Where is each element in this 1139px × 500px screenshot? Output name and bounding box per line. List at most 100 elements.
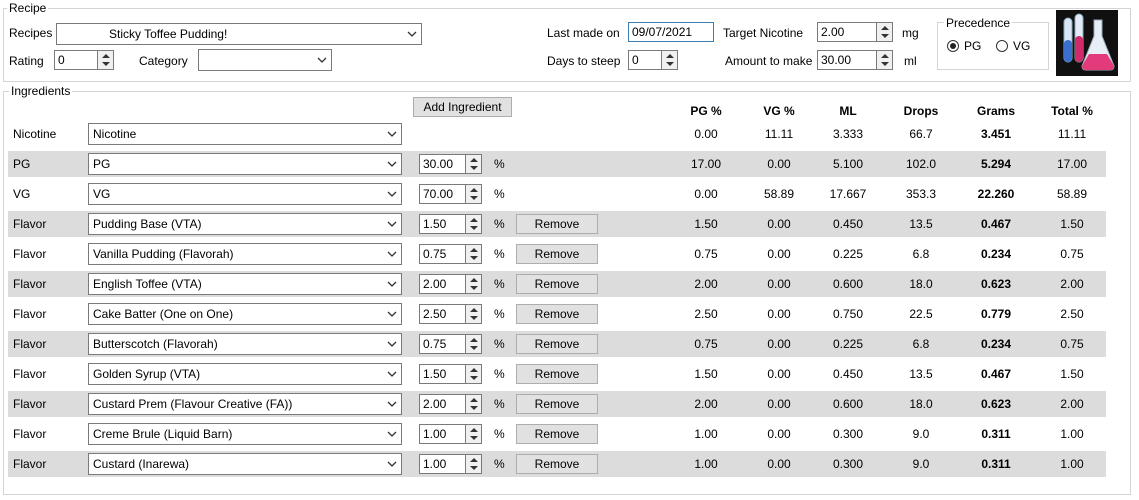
category-select[interactable]: [198, 49, 332, 71]
ingredient-percent-spinner[interactable]: [466, 364, 482, 384]
remove-ingredient-button[interactable]: Remove: [516, 334, 598, 354]
remove-ingredient-button[interactable]: Remove: [516, 244, 598, 264]
lab-flasks-icon: [1056, 10, 1118, 76]
ingredient-percent-input[interactable]: 1.50: [419, 214, 466, 234]
value-pg: 0.75: [694, 247, 718, 261]
ingredient-percent-input[interactable]: 2.50: [419, 304, 466, 324]
ingredient-percent-spinner[interactable]: [466, 394, 482, 414]
ingredient-percent-input[interactable]: 1.00: [419, 424, 466, 444]
value-grams: 0.234: [980, 337, 1012, 351]
ingredient-select[interactable]: Nicotine: [88, 123, 402, 145]
ingredient-select[interactable]: Pudding Base (VTA): [88, 213, 402, 235]
value-total: 1.50: [1060, 217, 1084, 231]
value-vg: 0.00: [767, 217, 791, 231]
percent-sign: %: [494, 367, 505, 381]
spin-up-icon: [470, 218, 478, 222]
radio-vg-label: VG: [1013, 39, 1031, 53]
ingredient-percent-spinner[interactable]: [466, 424, 482, 444]
ingredient-percent-input[interactable]: 2.00: [419, 274, 466, 294]
spin-down-icon: [666, 62, 674, 66]
ingredient-percent-spinner[interactable]: [466, 244, 482, 264]
value-pg: 1.00: [694, 427, 718, 441]
spin-down-icon: [470, 406, 478, 410]
value-total: 0.75: [1060, 247, 1084, 261]
remove-ingredient-button[interactable]: Remove: [516, 274, 598, 294]
ingredient-select[interactable]: VG: [88, 183, 402, 205]
days-to-steep-input[interactable]: 0: [628, 50, 662, 70]
chevron-down-icon: [387, 281, 397, 287]
ingredient-select[interactable]: PG: [88, 153, 402, 175]
add-ingredient-button[interactable]: Add Ingredient: [413, 97, 512, 117]
ingredient-percent-spinner[interactable]: [466, 274, 482, 294]
target-nicotine-label: Target Nicotine: [723, 26, 804, 40]
spin-up-icon: [470, 338, 478, 342]
last-made-input[interactable]: 09/07/2021: [628, 22, 714, 42]
radio-vg[interactable]: [996, 40, 1008, 52]
ingredient-percent-spinner[interactable]: [466, 154, 482, 174]
ingredient-select[interactable]: English Toffee (VTA): [88, 273, 402, 295]
ingredient-select[interactable]: Butterscotch (Flavorah): [88, 333, 402, 355]
target-nicotine-spinner[interactable]: [877, 22, 893, 42]
value-grams: 0.623: [980, 397, 1012, 411]
percent-sign: %: [494, 217, 505, 231]
spin-up-icon: [470, 188, 478, 192]
value-grams: 0.467: [980, 367, 1012, 381]
ingredient-type: VG: [13, 187, 31, 201]
value-drops: 353.3: [905, 187, 937, 201]
remove-ingredient-button[interactable]: Remove: [516, 394, 598, 414]
ingredient-percent-spinner[interactable]: [466, 304, 482, 324]
recipes-label: Recipes: [9, 26, 53, 40]
remove-ingredient-button[interactable]: Remove: [516, 304, 598, 324]
chevron-down-icon: [317, 57, 327, 63]
ingredient-select[interactable]: Golden Syrup (VTA): [88, 363, 402, 385]
value-drops: 102.0: [905, 157, 937, 171]
ingredient-select[interactable]: Custard Prem (Flavour Creative (FA)): [88, 393, 402, 415]
amount-to-make-spinner[interactable]: [877, 50, 893, 70]
amount-to-make-input[interactable]: 30.00: [817, 50, 877, 70]
percent-sign: %: [494, 157, 505, 171]
spin-down-icon: [470, 346, 478, 350]
ingredient-percent-spinner[interactable]: [466, 214, 482, 234]
ingredient-percent-input[interactable]: 0.75: [419, 244, 466, 264]
remove-ingredient-button[interactable]: Remove: [516, 214, 598, 234]
rating-input[interactable]: 0: [54, 50, 98, 70]
value-vg: 0.00: [767, 307, 791, 321]
remove-ingredient-button[interactable]: Remove: [516, 424, 598, 444]
ingredient-percent-input[interactable]: 70.00: [419, 184, 466, 204]
value-total: 11.11: [1057, 127, 1087, 141]
ingredient-percent-input[interactable]: 1.00: [419, 454, 466, 474]
ingredient-percent-spinner[interactable]: [466, 454, 482, 474]
ingredient-percent-input[interactable]: 0.75: [419, 334, 466, 354]
value-drops: 22.5: [909, 307, 933, 321]
percent-sign: %: [494, 427, 505, 441]
ingredient-type: Flavor: [13, 427, 47, 441]
ingredient-select[interactable]: Custard (Inarewa): [88, 453, 402, 475]
ingredient-percent-spinner[interactable]: [466, 334, 482, 354]
precedence-legend: Precedence: [944, 16, 1013, 30]
spin-down-icon: [102, 62, 110, 66]
header-grams: Grams: [976, 104, 1016, 118]
value-grams: 0.467: [980, 217, 1012, 231]
ingredient-percent-spinner[interactable]: [466, 184, 482, 204]
ingredient-percent-input[interactable]: 30.00: [419, 154, 466, 174]
header-ml: ML: [839, 104, 857, 118]
rating-spinner[interactable]: [98, 50, 114, 70]
ingredient-type: Flavor: [13, 217, 47, 231]
value-vg: 0.00: [767, 157, 791, 171]
days-to-steep-spinner[interactable]: [662, 50, 678, 70]
radio-pg[interactable]: [947, 40, 959, 52]
percent-sign: %: [494, 307, 505, 321]
spin-up-icon: [470, 308, 478, 312]
value-drops: 18.0: [909, 277, 933, 291]
chevron-down-icon: [387, 371, 397, 377]
ingredient-select[interactable]: Vanilla Pudding (Flavorah): [88, 243, 402, 265]
remove-ingredient-button[interactable]: Remove: [516, 454, 598, 474]
ingredient-select[interactable]: Creme Brule (Liquid Barn): [88, 423, 402, 445]
ingredient-percent-input[interactable]: 2.00: [419, 394, 466, 414]
target-nicotine-input[interactable]: 2.00: [817, 22, 877, 42]
remove-ingredient-button[interactable]: Remove: [516, 364, 598, 384]
value-ml: 3.333: [832, 127, 864, 141]
ingredient-select[interactable]: Cake Batter (One on One): [88, 303, 402, 325]
ingredient-percent-input[interactable]: 1.50: [419, 364, 466, 384]
recipe-select[interactable]: Sticky Toffee Pudding!: [56, 23, 422, 45]
